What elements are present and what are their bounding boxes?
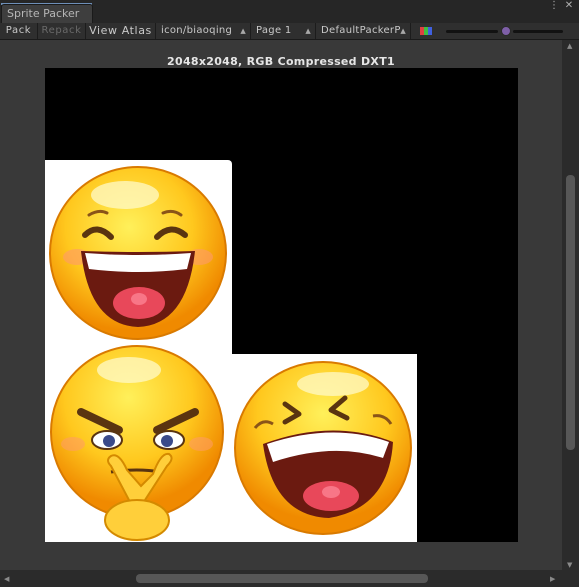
mip-slider-track[interactable]	[513, 30, 563, 33]
horizontal-scroll-thumb[interactable]	[136, 574, 428, 583]
atlas-texture	[45, 68, 518, 542]
zoom-slider-track[interactable]	[446, 30, 498, 33]
rgb-channels-icon[interactable]	[420, 27, 432, 35]
atlas-info-label: 2048x2048, RGB Compressed DXT1	[167, 55, 395, 68]
vertical-scroll-thumb[interactable]	[566, 175, 575, 450]
tab-strip: Sprite Packer ⋮ ✕	[0, 0, 579, 23]
scroll-right-icon[interactable]: ▶	[550, 575, 555, 583]
packer-policy-dropdown[interactable]: DefaultPackerP ▲▼	[316, 23, 411, 39]
page-dropdown-value: Page 1	[256, 25, 292, 36]
repack-button[interactable]: Repack	[38, 23, 86, 39]
menu-icon[interactable]: ⋮	[548, 1, 560, 11]
page-dropdown[interactable]: Page 1 ▲▼	[251, 23, 316, 39]
zoom-slider-thumb[interactable]	[501, 26, 511, 36]
smirk-emoji-icon[interactable]	[49, 344, 227, 542]
dropdown-arrow-icon: ▲▼	[400, 27, 406, 35]
tab-sprite-packer[interactable]: Sprite Packer	[1, 4, 93, 23]
atlas-dropdown-value: icon/biaoqing	[161, 25, 233, 36]
dropdown-arrow-icon: ▲▼	[305, 27, 311, 35]
dropdown-arrow-icon: ▲▼	[240, 27, 246, 35]
toolbar: Pack Repack View Atlas icon/biaoqing ▲▼ …	[0, 23, 579, 40]
scroll-up-icon[interactable]: ▲	[567, 42, 572, 50]
rofl-emoji-icon[interactable]	[233, 358, 415, 538]
close-icon[interactable]: ✕	[563, 1, 575, 11]
pack-button[interactable]: Pack	[0, 23, 38, 39]
packer-policy-value: DefaultPackerP	[321, 25, 401, 36]
scroll-down-icon[interactable]: ▼	[567, 561, 572, 569]
scroll-corner	[562, 570, 579, 587]
laughing-emoji-icon[interactable]	[47, 165, 229, 343]
sprite-packer-window: Sprite Packer ⋮ ✕ Pack Repack View Atlas…	[0, 0, 579, 587]
view-atlas-button[interactable]: View Atlas	[86, 23, 156, 39]
scroll-left-icon[interactable]: ◀	[4, 575, 9, 583]
atlas-dropdown[interactable]: icon/biaoqing ▲▼	[156, 23, 251, 39]
